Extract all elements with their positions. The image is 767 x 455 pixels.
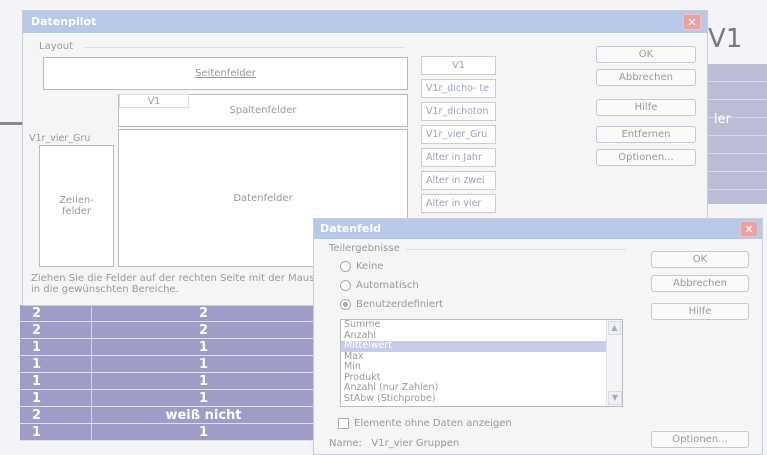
ok-button[interactable]: OK (596, 46, 696, 63)
radio-keine[interactable]: Keine (340, 261, 383, 272)
abbrechen-button[interactable]: Abbrechen (596, 69, 696, 86)
name-row: Name: V1r_vier Gruppen (329, 438, 460, 449)
dialog-title: Datenpilot (23, 11, 707, 33)
field-button-v1r-vier[interactable]: V1r_vier_Gru (421, 125, 496, 144)
dialog-title: Datenfeld (314, 219, 762, 239)
field-button-v1r-dicho[interactable]: V1r_dicho- te (421, 79, 496, 98)
optionen-button[interactable]: Optionen... (651, 431, 749, 448)
function-listbox[interactable]: Summe Anzahl Mittelwert Max Min Produkt … (340, 319, 623, 407)
table-row[interactable]: 22 (20, 322, 315, 339)
field-button-v1[interactable]: V1 (421, 56, 496, 75)
scroll-up-icon[interactable]: ▲ (608, 321, 621, 335)
list-item[interactable]: Anzahl (nur Zahlen) (341, 382, 622, 394)
zeilenfelder-area[interactable]: Zeilen- felder (39, 145, 114, 267)
list-item[interactable]: Summe (341, 320, 622, 331)
field-button-alter-vier[interactable]: Alter in vier (421, 194, 496, 213)
optionen-button[interactable]: Optionen... (596, 149, 696, 166)
table-row[interactable]: 11 (20, 424, 315, 441)
field-button-v1r-dichotom[interactable]: V1r_dichoton (421, 102, 496, 121)
sheet-column (708, 64, 767, 204)
teilergebnisse-divider (406, 249, 626, 250)
column-field-item[interactable]: V1 (119, 94, 189, 108)
scroll-down-icon[interactable]: ▼ (608, 391, 622, 405)
listbox-scrollbar[interactable]: ▲ ▼ (606, 320, 622, 406)
hilfe-button[interactable]: Hilfe (651, 303, 749, 320)
list-item[interactable]: StAbw (Stichprobe) (341, 393, 622, 405)
list-item[interactable]: Min (341, 361, 622, 373)
field-button-alter-zwei[interactable]: Alter in zwei (421, 171, 496, 190)
list-item-selected[interactable]: Mittelwert (341, 340, 622, 352)
list-item[interactable]: Max (341, 351, 622, 363)
sheet-data-table: 22 22 11 11 11 11 2 weiß nicht 11 (20, 305, 315, 441)
table-row[interactable]: 11 (20, 373, 315, 390)
drag-hint-text: Ziehen Sie die Felder auf der rechten Se… (31, 273, 315, 295)
row-field-item[interactable]: V1r_vier_Gru (29, 133, 90, 144)
close-icon[interactable]: ✕ (740, 221, 758, 237)
entfernen-button[interactable]: Entfernen (596, 126, 696, 143)
table-row[interactable]: 22 (20, 305, 315, 322)
teilergebnisse-label: Teilergebnisse (329, 243, 400, 254)
radio-automatisch[interactable]: Automatisch (340, 280, 419, 291)
close-icon[interactable]: ✕ (683, 14, 701, 30)
table-row[interactable]: 11 (20, 339, 315, 356)
hilfe-button[interactable]: Hilfe (596, 99, 696, 116)
show-empty-items-checkbox[interactable]: Elemente ohne Daten anzeigen (338, 418, 512, 429)
field-button-alter-jahr[interactable]: Alter in Jahr (421, 148, 496, 167)
datenfeld-dialog: Datenfeld ✕ Teilergebnisse Keine Automat… (313, 218, 763, 455)
layout-label: Layout (39, 41, 73, 52)
table-row[interactable]: 11 (20, 356, 315, 373)
table-row[interactable]: 11 (20, 390, 315, 407)
seitenfelder-area[interactable]: Seitenfelder (43, 57, 408, 90)
ok-button[interactable]: OK (651, 251, 749, 268)
sheet-cell-text: ler (714, 112, 731, 127)
radio-benutzerdefiniert[interactable]: Benutzerdefiniert (340, 299, 443, 310)
abbrechen-button[interactable]: Abbrechen (651, 275, 749, 292)
layout-divider (85, 47, 405, 48)
name-value: V1r_vier Gruppen (371, 438, 460, 449)
table-row[interactable]: 2 weiß nicht (20, 407, 315, 424)
sheet-column-header: V1 (708, 24, 743, 54)
